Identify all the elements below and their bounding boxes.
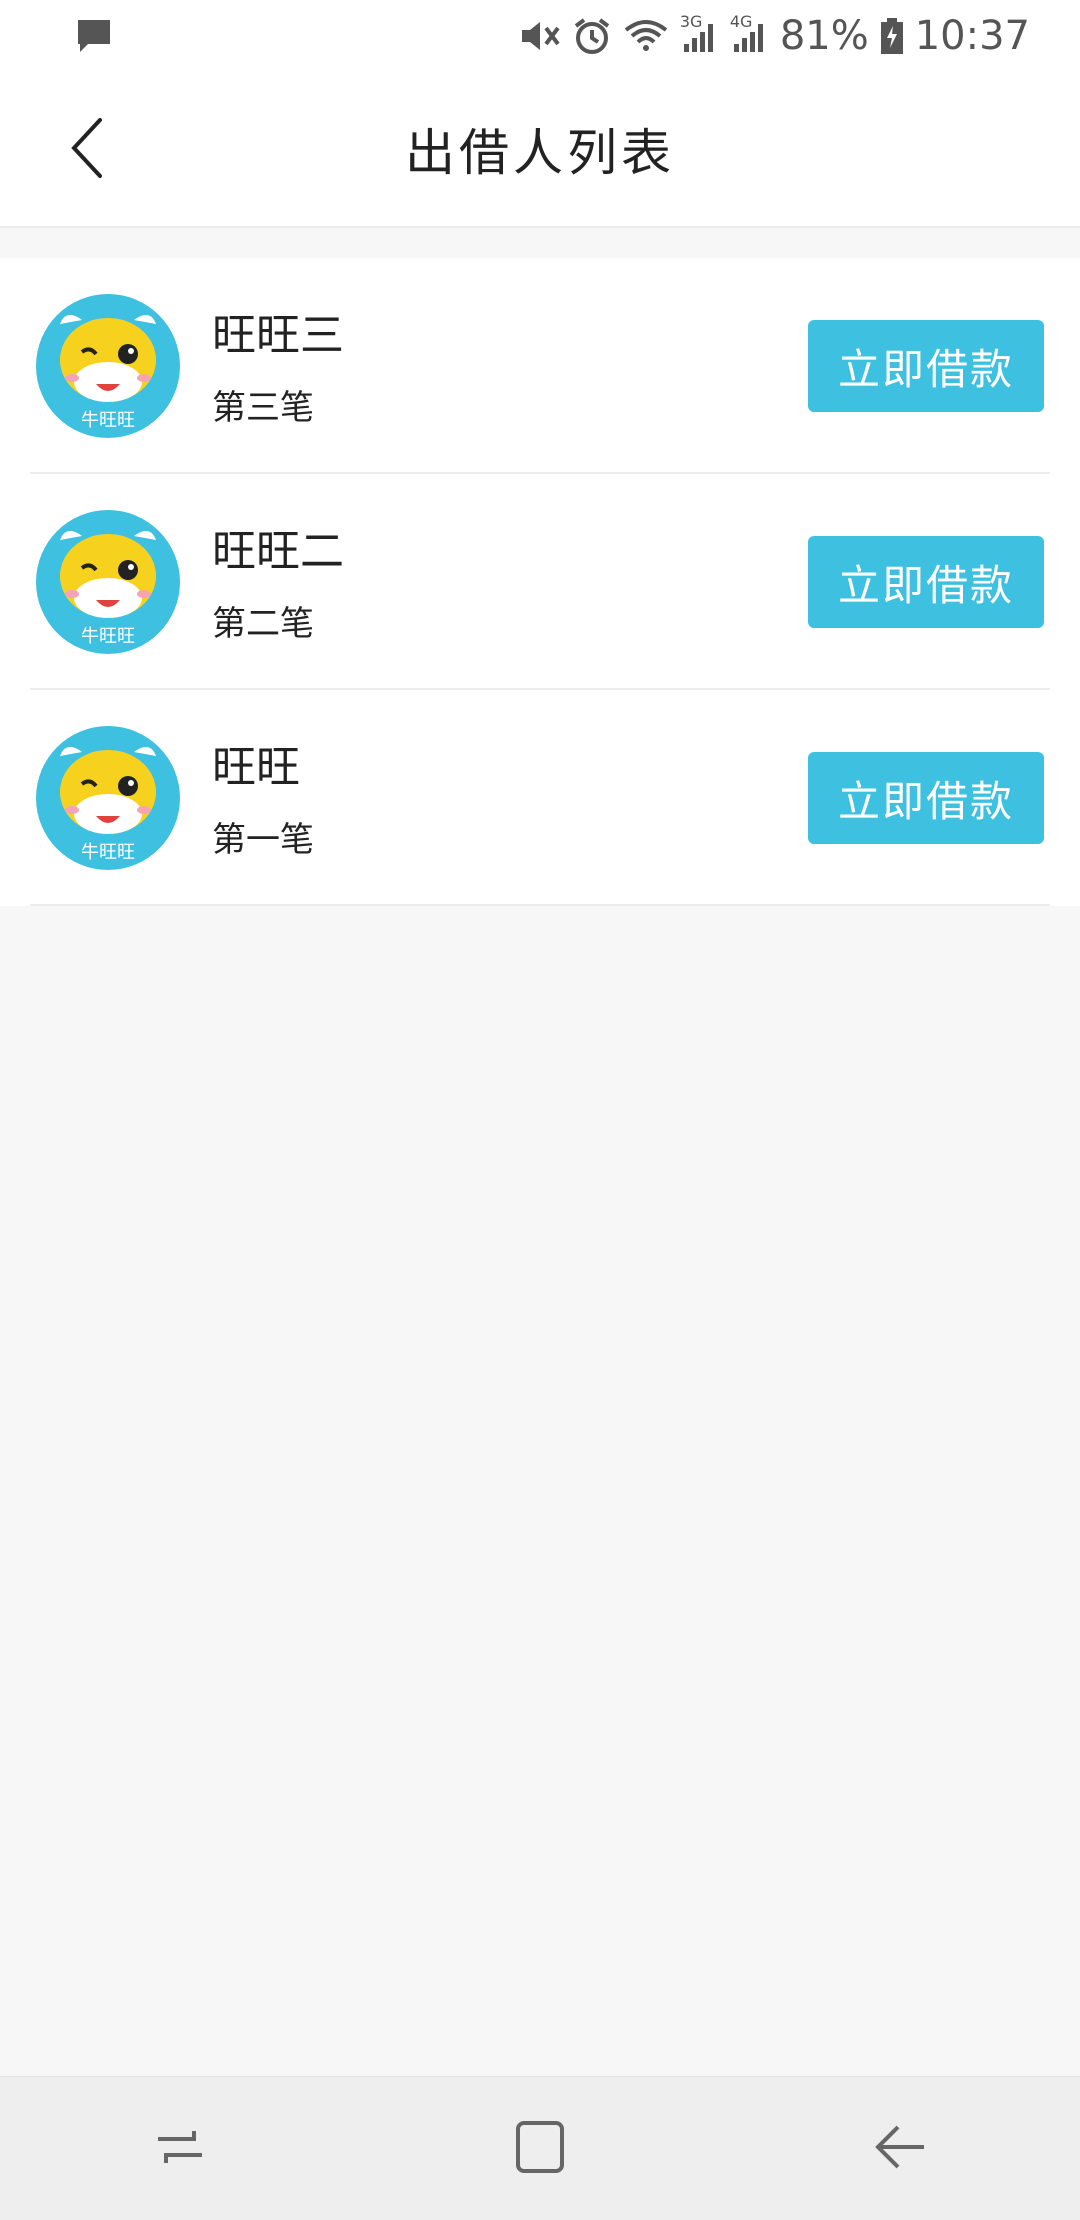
mascot-avatar-icon: 牛旺旺 [36, 294, 180, 438]
svg-text:牛旺旺: 牛旺旺 [81, 410, 135, 431]
lender-name: 旺旺 [212, 742, 300, 793]
navigation-bar [0, 2076, 1080, 2220]
back-nav-button[interactable] [840, 2089, 960, 2209]
list-item: 牛旺旺 旺旺三 第三笔 立即借款 [0, 258, 1080, 474]
signal-3g-icon: 3G [680, 12, 720, 56]
back-icon [870, 2117, 930, 2181]
chevron-left-icon [68, 116, 108, 184]
borrow-now-button[interactable]: 立即借款 [808, 320, 1044, 412]
recent-apps-button[interactable] [120, 2089, 240, 2209]
list-item: 牛旺旺 旺旺 第一笔 立即借款 [0, 690, 1080, 906]
svg-text:牛旺旺: 牛旺旺 [81, 626, 135, 647]
battery-percent: 81% [779, 13, 869, 59]
message-icon [74, 16, 114, 56]
lender-list: 牛旺旺 旺旺三 第三笔 立即借款 牛旺旺 旺旺二 第二笔 立即借款 牛旺旺 旺旺… [0, 258, 1080, 906]
signal-4g-icon: 4G [730, 12, 770, 56]
alarm-icon [572, 16, 612, 56]
back-button[interactable] [46, 108, 130, 192]
loan-order: 第三笔 [212, 388, 314, 428]
list-item: 牛旺旺 旺旺二 第二笔 立即借款 [0, 474, 1080, 690]
svg-text:牛旺旺: 牛旺旺 [81, 842, 135, 863]
lender-name: 旺旺三 [212, 310, 344, 361]
mascot-avatar-icon: 牛旺旺 [36, 726, 180, 870]
status-bar: 3G 4G 81% 10:37 [0, 0, 1080, 72]
mute-icon [518, 16, 562, 56]
lender-name: 旺旺二 [212, 526, 344, 577]
battery-icon [879, 16, 905, 56]
home-button[interactable] [480, 2089, 600, 2209]
page-title: 出借人列表 [405, 124, 675, 182]
clock: 10:37 [914, 13, 1030, 59]
mascot-avatar-icon: 牛旺旺 [36, 510, 180, 654]
loan-order: 第二笔 [212, 604, 314, 644]
title-bar: 出借人列表 [0, 72, 1080, 228]
home-icon [510, 2117, 570, 2181]
borrow-now-button[interactable]: 立即借款 [808, 536, 1044, 628]
recent-apps-icon [150, 2117, 210, 2181]
borrow-now-button[interactable]: 立即借款 [808, 752, 1044, 844]
wifi-icon [622, 16, 670, 56]
loan-order: 第一笔 [212, 820, 314, 860]
